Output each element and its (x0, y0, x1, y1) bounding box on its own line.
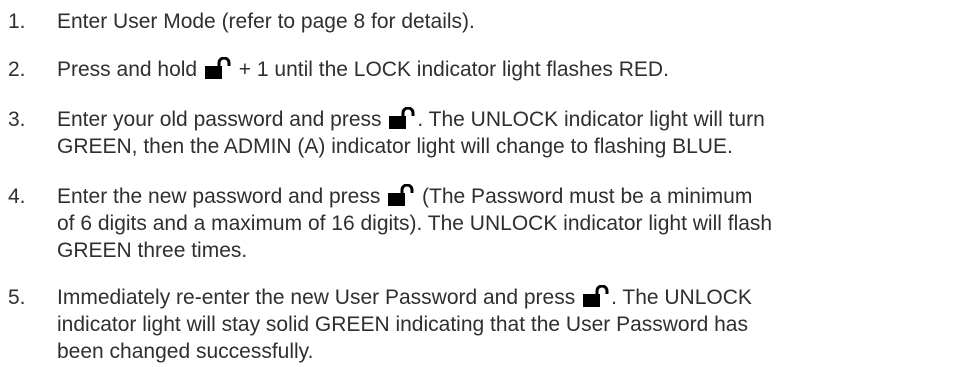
unlock-icon (388, 184, 414, 206)
step-text-line-2: of 6 digits and a maximum of 16 digits).… (57, 212, 773, 235)
step-number: 4. (8, 185, 26, 208)
step-text-before-icon: Enter the new password and press (57, 185, 381, 208)
instruction-list: 1. Enter User Mode (refer to page 8 for … (0, 0, 974, 367)
step-text-after-icon: . The UNLOCK (611, 286, 752, 309)
step-text-after-icon: (The Password must be a minimum (422, 185, 753, 208)
step-number: 1. (8, 10, 26, 33)
step-text-before-icon: Immediately re-enter the new User Passwo… (57, 286, 576, 309)
step-text-before-icon: Press and hold (57, 58, 198, 81)
step-number: 5. (8, 286, 26, 309)
unlock-icon (389, 107, 415, 129)
step-text: Enter the new password and press (The Pa… (57, 183, 968, 264)
step-text-line-2: GREEN, then the ADMIN (A) indicator ligh… (57, 135, 733, 158)
step-text: Enter your old password and press . The … (57, 106, 968, 160)
step-number: 3. (8, 108, 26, 131)
step-text-line-2: indicator light will stay solid GREEN in… (57, 313, 748, 336)
unlock-icon (204, 57, 231, 79)
step-text-before-icon: Enter your old password and press (57, 108, 382, 131)
step-number: 2. (8, 58, 26, 81)
step-text-after-icon: + 1 until the LOCK indicator light flash… (238, 58, 669, 81)
step-text: Enter User Mode (refer to page 8 for det… (57, 8, 968, 35)
unlock-icon (583, 285, 609, 307)
step-text: Immediately re-enter the new User Passwo… (57, 284, 968, 365)
step-text: Press and hold + 1 until the LOCK indica… (57, 56, 968, 83)
step-text-line: Enter User Mode (refer to page 8 for det… (57, 10, 475, 33)
step-text-line-3: been changed successfully. (57, 340, 314, 363)
step-text-line-3: GREEN three times. (57, 239, 248, 262)
step-text-after-icon: . The UNLOCK indicator light will turn (417, 108, 765, 131)
